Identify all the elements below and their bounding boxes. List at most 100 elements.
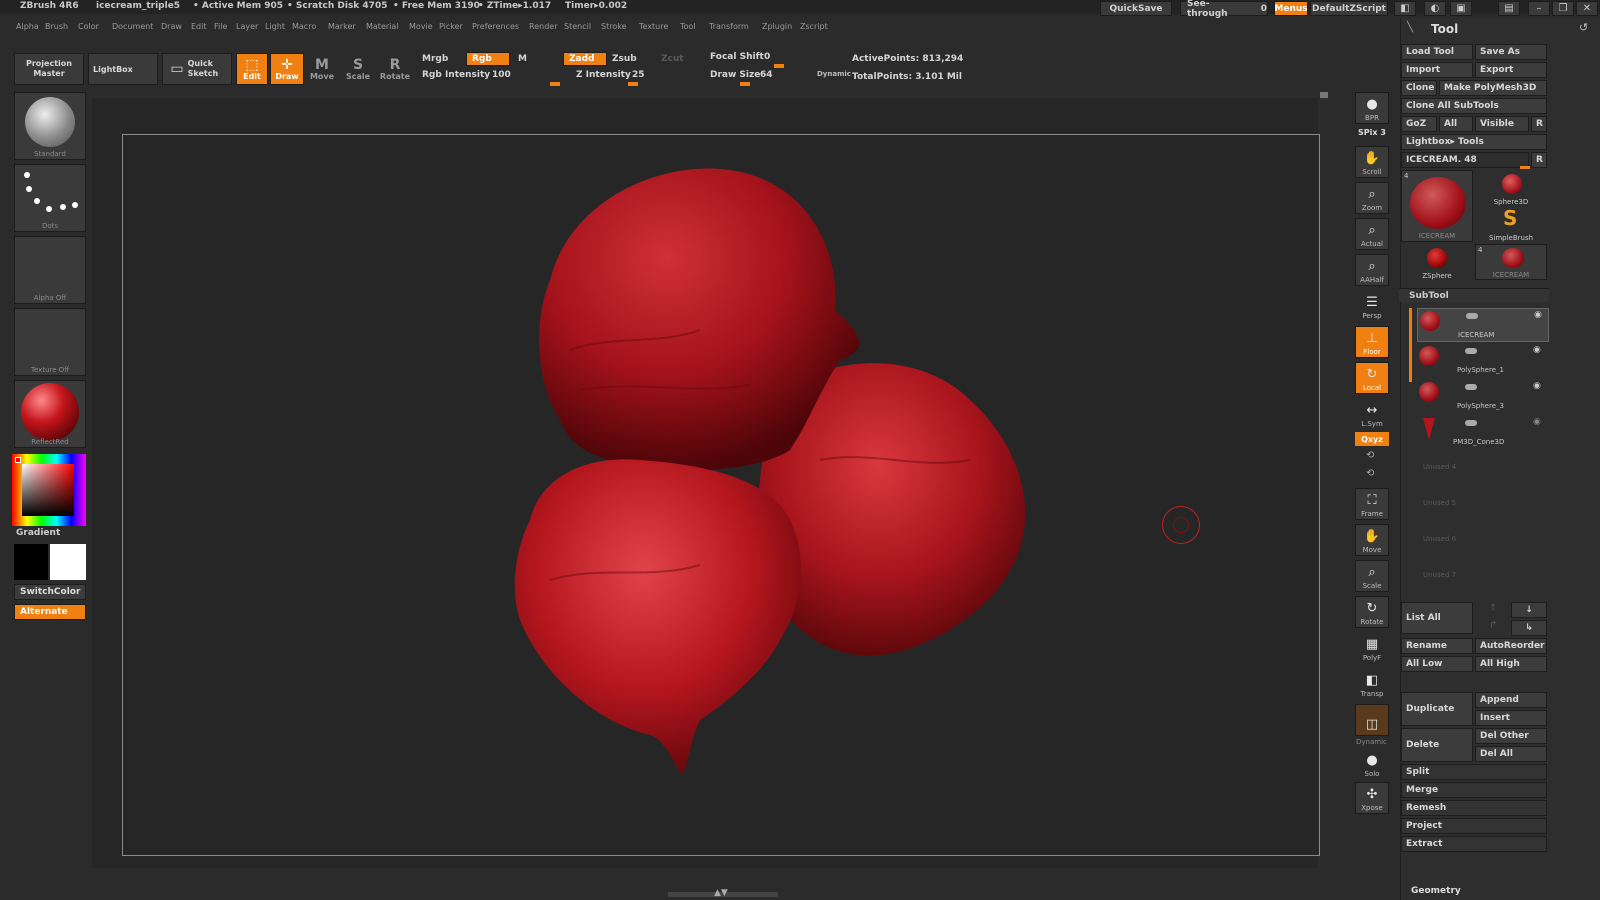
all-high-button[interactable]: All High — [1475, 656, 1547, 672]
goz-button[interactable]: GoZ — [1401, 116, 1437, 132]
duplicate-button[interactable]: Duplicate — [1401, 692, 1473, 726]
tool-thumb-zsphere[interactable]: ZSphere — [1401, 244, 1473, 280]
dynamic-toggle[interactable]: Dynamic — [817, 70, 851, 78]
menu-texture[interactable]: Texture — [639, 22, 668, 31]
extract-section[interactable]: Extract — [1401, 836, 1547, 852]
insert-button[interactable]: Insert — [1475, 710, 1547, 726]
menu-file[interactable]: File — [214, 22, 227, 31]
layout-icon[interactable]: ◧ — [1394, 1, 1416, 16]
tool-thumb-simplebrush[interactable]: S SimpleBrush — [1475, 206, 1547, 242]
lightbox-tools-button[interactable]: Lightbox▸ Tools — [1401, 134, 1547, 150]
make-polymesh-button[interactable]: Make PolyMesh3D — [1439, 80, 1547, 96]
menu-zscript[interactable]: Zscript — [800, 22, 828, 31]
rotate-z-icon[interactable]: ⟲ — [1366, 468, 1374, 479]
scroll-button[interactable]: ✋ Scroll — [1355, 146, 1389, 178]
secondary-color-swatch[interactable] — [14, 544, 48, 580]
stroke-selector[interactable]: Dots — [14, 164, 86, 232]
minimize-icon[interactable]: – — [1528, 1, 1550, 16]
menu-alpha[interactable]: Alpha — [16, 22, 39, 31]
delete-button[interactable]: Delete — [1401, 728, 1473, 762]
viewport-resize-handle[interactable] — [1320, 92, 1328, 98]
goz-visible-button[interactable]: Visible — [1475, 116, 1529, 132]
solo-button[interactable]: ● Solo — [1355, 748, 1389, 780]
tool-thumb-sphere3d[interactable]: Sphere3D — [1475, 170, 1547, 206]
append-button[interactable]: Append — [1475, 692, 1547, 708]
import-button[interactable]: Import — [1401, 62, 1473, 78]
autoreorder-button[interactable]: AutoReorder — [1475, 638, 1547, 654]
subtool-item-polysphere-3[interactable]: ◉ PolySphere_3 — [1417, 380, 1549, 414]
menu-brush[interactable]: Brush — [45, 22, 68, 31]
alternate-button[interactable]: Alternate — [14, 604, 86, 620]
menu-preferences[interactable]: Preferences — [472, 22, 519, 31]
menu-stencil[interactable]: Stencil — [564, 22, 591, 31]
rgb-intensity-slider[interactable]: Rgb Intensity 100 — [422, 70, 562, 86]
tool-panel-title[interactable]: Tool — [1431, 22, 1458, 36]
clone-all-subtools-button[interactable]: Clone All SubTools — [1401, 98, 1547, 114]
zcut-button[interactable]: Zcut — [661, 54, 684, 64]
draw-size-slider[interactable]: Draw Size 64 Dynamic — [710, 70, 851, 86]
current-tool-slider[interactable]: ICECREAM. 48 — [1401, 152, 1530, 169]
subtool-item-icecream[interactable]: ◉ ICECREAM — [1417, 308, 1549, 342]
projection-master-button[interactable]: Projection Master — [14, 53, 84, 85]
geometry-section[interactable]: Geometry — [1411, 886, 1461, 896]
panel-reset-icon[interactable]: ↺ — [1579, 21, 1588, 34]
icecream-model[interactable] — [490, 160, 1070, 800]
ghost-button[interactable]: ◫ — [1355, 704, 1389, 736]
quicksave-button[interactable]: QuickSave — [1100, 1, 1172, 16]
move-in-arrow-icon[interactable]: ↱ — [1489, 620, 1497, 631]
subtool-item-cone3d[interactable]: ◉ PM3D_Cone3D — [1417, 416, 1549, 450]
export-button[interactable]: Export — [1475, 62, 1547, 78]
menu-macro[interactable]: Macro — [292, 22, 316, 31]
remesh-section[interactable]: Remesh — [1401, 800, 1547, 816]
rotate-button[interactable]: R Rotate — [378, 53, 412, 85]
project-section[interactable]: Project — [1401, 818, 1547, 834]
move-out-button[interactable]: ↳ — [1511, 620, 1547, 636]
move-view-button[interactable]: ✋ Move — [1355, 524, 1389, 556]
scale-button[interactable]: S Scale — [342, 53, 374, 85]
menu-marker[interactable]: Marker — [328, 22, 356, 31]
color-picker-icon[interactable]: ◐ — [1424, 1, 1446, 16]
move-button[interactable]: M Move — [306, 53, 338, 85]
menu-layer[interactable]: Layer — [236, 22, 258, 31]
zoom-button[interactable]: ⌕ Zoom — [1355, 182, 1389, 214]
save-as-button[interactable]: Save As — [1475, 44, 1547, 60]
eye-icon[interactable]: ◉ — [1533, 345, 1541, 355]
close-icon[interactable]: ✕ — [1576, 1, 1598, 16]
all-low-button[interactable]: All Low — [1401, 656, 1473, 672]
clone-button[interactable]: Clone — [1401, 80, 1437, 96]
bpr-button[interactable]: ● BPR — [1355, 92, 1389, 124]
tool-thumb-icecream-small[interactable]: 4 ICECREAM — [1475, 244, 1547, 280]
subtool-header[interactable]: SubTool — [1399, 288, 1549, 302]
goz-all-button[interactable]: All — [1439, 116, 1473, 132]
eye-icon[interactable]: ◉ — [1533, 417, 1541, 427]
scale-view-button[interactable]: ⌕ Scale — [1355, 560, 1389, 592]
material-selector[interactable]: ReflectRed — [14, 380, 86, 448]
subtool-toggle[interactable] — [1466, 313, 1478, 319]
load-tool-button[interactable]: Load Tool — [1401, 44, 1473, 60]
list-all-button[interactable]: List All — [1401, 602, 1473, 634]
menu-color[interactable]: Color — [78, 22, 99, 31]
merge-section[interactable]: Merge — [1401, 782, 1547, 798]
quick-sketch-button[interactable]: ▭ Quick Sketch — [162, 53, 232, 85]
transp-button[interactable]: ◧ Transp — [1355, 668, 1389, 700]
frame-button[interactable]: ⛶ Frame — [1355, 488, 1389, 520]
menu-draw[interactable]: Draw — [161, 22, 182, 31]
collapse-arrow-icon[interactable]: ▲▼ — [714, 888, 728, 898]
menu-movie[interactable]: Movie — [409, 22, 433, 31]
move-up-arrow-icon[interactable]: ↑ — [1489, 603, 1497, 614]
del-other-button[interactable]: Del Other — [1475, 728, 1547, 744]
swatch-icon[interactable]: ▣ — [1450, 1, 1472, 16]
tool-thumb-icecream-large[interactable]: 4 ICECREAM — [1401, 170, 1473, 242]
lightbox-button[interactable]: LightBox — [88, 53, 158, 85]
draw-button[interactable]: ✛ Draw — [270, 53, 304, 85]
menu-transform[interactable]: Transform — [709, 22, 749, 31]
persp-button[interactable]: ☰ Persp — [1355, 290, 1389, 322]
xpose-button[interactable]: ✣ Xpose — [1355, 782, 1389, 814]
menu-light[interactable]: Light — [265, 22, 285, 31]
z-intensity-slider[interactable]: Z Intensity 25 — [576, 70, 696, 86]
panel-pin-icon[interactable]: ╲ — [1407, 22, 1413, 33]
gradient-label[interactable]: Gradient — [16, 528, 60, 538]
zadd-button[interactable]: Zadd — [563, 52, 607, 66]
defaultzscript-button[interactable]: DefaultZScript — [1310, 1, 1388, 16]
rotate-y-icon[interactable]: ⟲ — [1366, 450, 1374, 461]
